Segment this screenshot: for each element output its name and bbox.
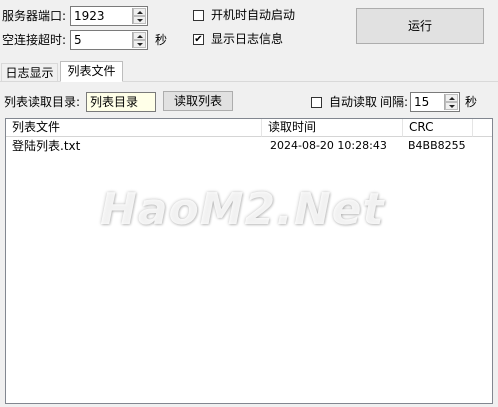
tab-log-display[interactable]: 日志显示 — [1, 63, 58, 82]
auto-read-label: 自动读取 — [329, 95, 378, 109]
spin-down-icon[interactable] — [133, 40, 146, 48]
watermark-text: HaoM2.Net — [100, 184, 385, 235]
column-header-time[interactable]: 读取时间 — [262, 119, 403, 137]
checkbox-box[interactable] — [311, 97, 322, 108]
row-file-name: 登陆列表.txt — [12, 139, 81, 153]
interval-spin-buttons[interactable] — [444, 94, 458, 110]
interval-unit: 秒 — [465, 95, 478, 109]
timeout-label: 空连接超时: — [2, 33, 67, 47]
timeout-stepper[interactable]: 5 — [70, 30, 148, 50]
timeout-spin-buttons[interactable] — [132, 32, 146, 48]
column-header-file[interactable]: 列表文件 — [6, 119, 262, 137]
auto-read-checkbox[interactable]: 自动读取 — [311, 94, 381, 110]
spin-down-icon[interactable] — [445, 102, 458, 110]
file-list-view[interactable]: 列表文件 读取时间 CRC 登陆列表.txt 2024-08-20 10:28:… — [5, 118, 493, 404]
spin-up-icon[interactable] — [445, 94, 458, 102]
port-spin-buttons[interactable] — [132, 8, 146, 24]
run-button[interactable]: 运行 — [356, 8, 484, 44]
interval-stepper[interactable]: 15 — [410, 92, 460, 112]
read-list-button[interactable]: 读取列表 — [163, 91, 233, 111]
column-header-crc[interactable]: CRC — [403, 119, 473, 137]
dir-input[interactable]: 列表目录 — [86, 92, 156, 112]
spin-up-icon[interactable] — [133, 32, 146, 40]
port-value[interactable]: 1923 — [74, 9, 105, 23]
showlog-label: 显示日志信息 — [211, 32, 284, 46]
row-crc: B4BB8255 — [408, 139, 466, 152]
row-read-time: 2024-08-20 10:28:43 — [270, 139, 387, 152]
spin-up-icon[interactable] — [133, 8, 146, 16]
interval-value[interactable]: 15 — [414, 95, 429, 109]
autostart-checkbox[interactable]: 开机时自动启动 — [193, 7, 333, 23]
port-label: 服务器端口: — [2, 9, 67, 23]
column-header-filler — [473, 119, 492, 137]
interval-label: 间隔: — [380, 95, 409, 109]
spin-down-icon[interactable] — [133, 16, 146, 24]
showlog-checkbox[interactable]: ✔ 显示日志信息 — [193, 31, 333, 47]
dir-label: 列表读取目录: — [4, 95, 81, 109]
checkmark-icon[interactable]: ✔ — [193, 34, 204, 45]
port-stepper[interactable]: 1923 — [70, 6, 148, 26]
autostart-label: 开机时自动启动 — [211, 8, 296, 22]
table-row[interactable]: 登陆列表.txt 2024-08-20 10:28:43 B4BB8255 — [6, 137, 492, 155]
timeout-unit: 秒 — [155, 33, 168, 47]
tab-list-files[interactable]: 列表文件 — [60, 61, 123, 82]
checkbox-box[interactable] — [193, 10, 204, 21]
timeout-value[interactable]: 5 — [74, 33, 82, 47]
